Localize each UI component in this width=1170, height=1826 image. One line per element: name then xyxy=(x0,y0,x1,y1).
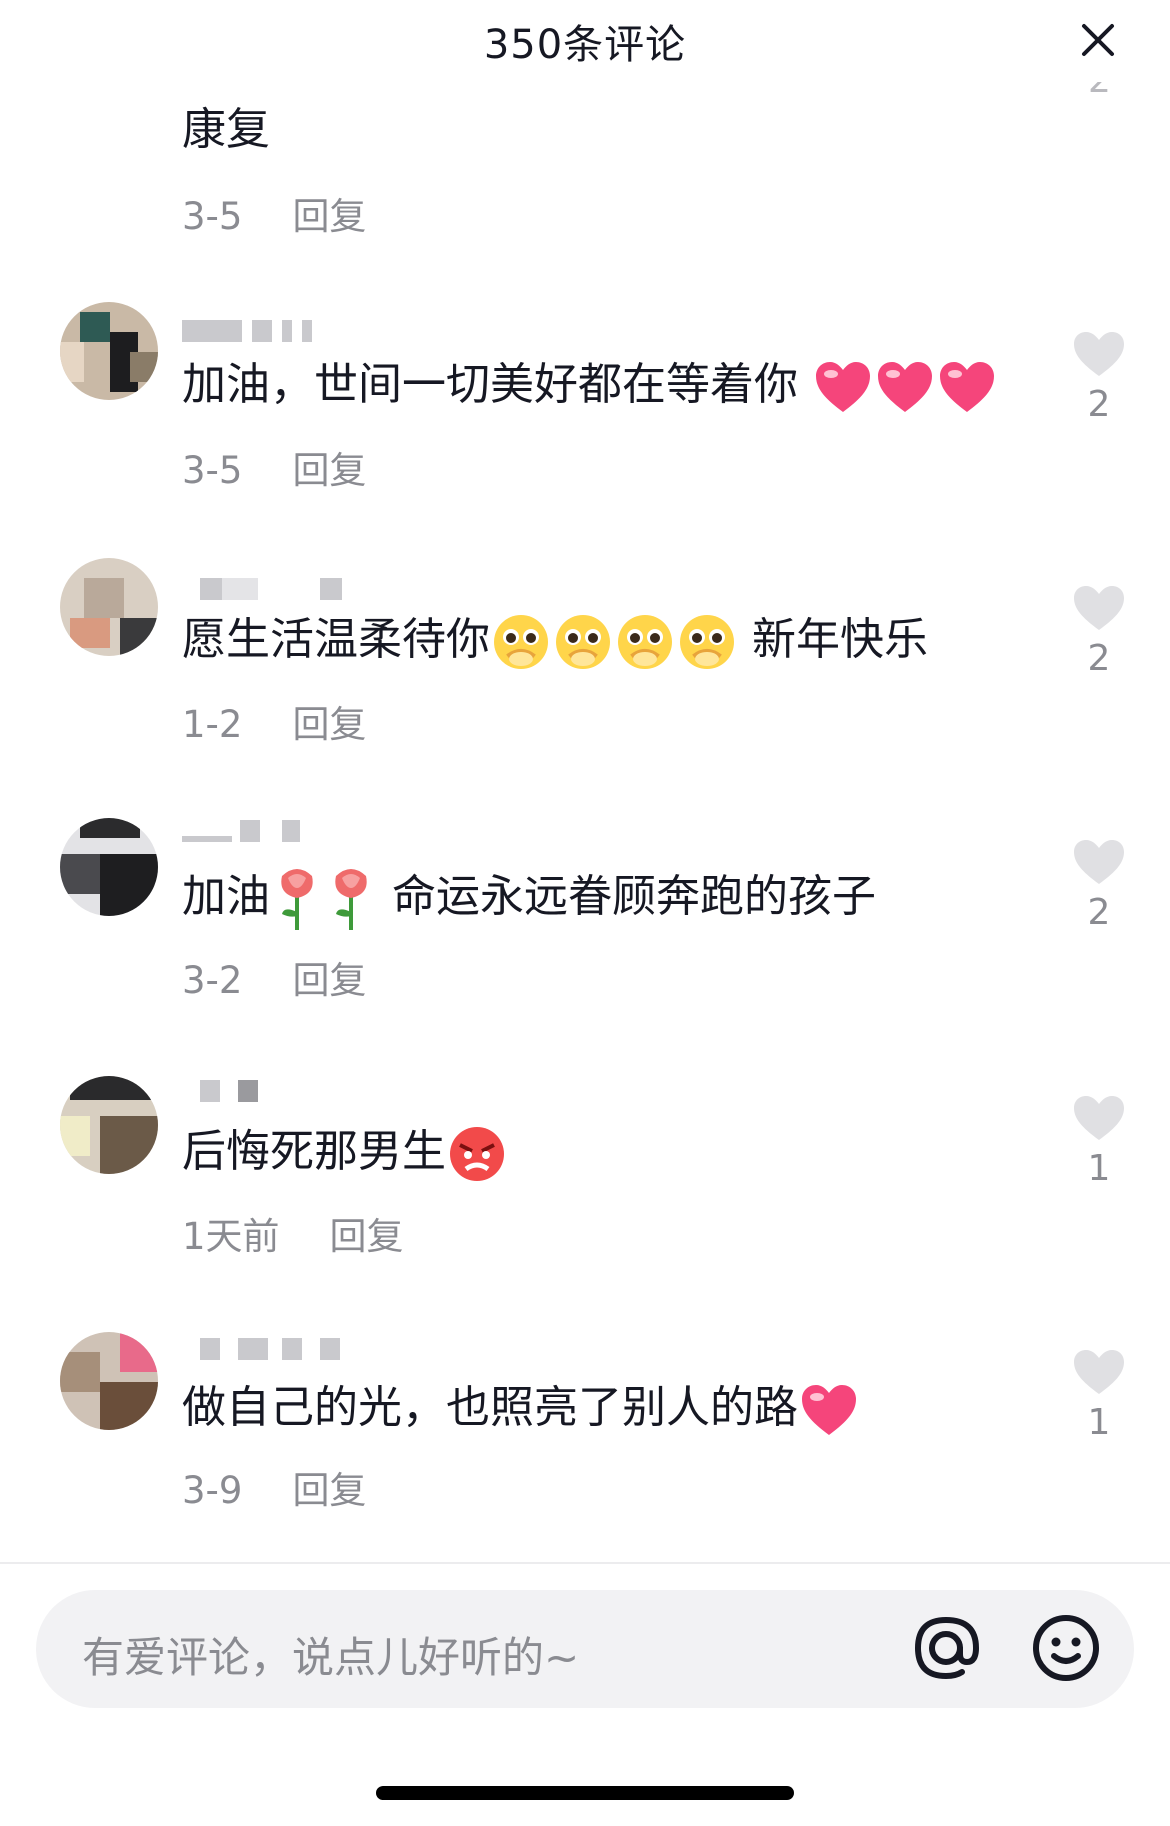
like-button[interactable]: 2 xyxy=(1066,838,1132,933)
reply-button[interactable]: 回复 xyxy=(292,1460,366,1514)
angry-face-icon xyxy=(450,1127,504,1181)
comment-time: 3-2 xyxy=(182,959,243,1002)
comment-count-title: 350条评论 xyxy=(483,22,687,68)
comment-text: 加油 命运永远眷顾奔跑的孩子 xyxy=(182,866,876,932)
comment-meta: 3-9 回复 xyxy=(182,1460,366,1514)
comment-time: 1-2 xyxy=(182,703,243,746)
pleading-face-icon xyxy=(494,615,548,669)
heart-icon xyxy=(940,362,994,412)
comment-meta: 1天前 回复 xyxy=(182,1206,404,1260)
heart-icon xyxy=(802,1385,856,1435)
divider xyxy=(0,1562,1170,1564)
comment-meta: 1-2 回复 xyxy=(182,694,366,748)
pleading-face-icon xyxy=(680,615,734,669)
comment-time: 1天前 xyxy=(182,1215,280,1258)
partial-like-count: 2 xyxy=(1080,82,1116,112)
at-icon xyxy=(914,1616,980,1680)
heart-outline-icon xyxy=(1074,840,1124,884)
home-indicator xyxy=(376,1786,794,1800)
heart-outline-icon xyxy=(1074,332,1124,376)
like-button[interactable]: 1 xyxy=(1066,1094,1132,1189)
like-count: 2 xyxy=(1087,638,1111,679)
like-button[interactable]: 2 xyxy=(1066,330,1132,425)
comment-text: 康复 xyxy=(182,104,270,155)
comment-meta: 3-2 回复 xyxy=(182,950,366,1004)
smiley-icon xyxy=(1033,1615,1099,1681)
comment-text: 后悔死那男生 xyxy=(182,1122,508,1183)
comment-meta: 3-5 回复 xyxy=(182,186,366,240)
rose-icon xyxy=(335,869,367,930)
reply-button[interactable]: 回复 xyxy=(292,950,366,1004)
comments-header: 350条评论 xyxy=(0,0,1170,80)
pleading-face-icon xyxy=(556,615,610,669)
comment-text: 加油，世间一切美好都在等着你 xyxy=(182,355,998,415)
comment-time: 3-5 xyxy=(182,195,243,238)
rose-icon xyxy=(281,869,313,930)
like-button[interactable]: 2 xyxy=(1066,584,1132,679)
avatar[interactable] xyxy=(60,818,158,916)
comment-meta: 3-5 回复 xyxy=(182,440,366,494)
mention-button[interactable] xyxy=(910,1612,982,1688)
like-button[interactable]: 1 xyxy=(1066,1348,1132,1443)
reply-button[interactable]: 回复 xyxy=(292,186,366,240)
heart-icon xyxy=(878,362,932,412)
like-count: 2 xyxy=(1087,892,1111,933)
comment-input[interactable]: 有爱评论，说点儿好听的~ xyxy=(36,1590,1134,1708)
like-count: 1 xyxy=(1087,1402,1111,1443)
avatar[interactable] xyxy=(60,302,158,400)
pleading-face-icon xyxy=(618,615,672,669)
comment-time: 3-9 xyxy=(182,1469,243,1512)
reply-button[interactable]: 回复 xyxy=(292,694,366,748)
heart-icon xyxy=(816,362,870,412)
comment-input-placeholder: 有爱评论，说点儿好听的~ xyxy=(82,1633,580,1682)
avatar[interactable] xyxy=(60,558,158,656)
close-icon xyxy=(1082,24,1114,56)
comment-text: 做自己的光，也照亮了别人的路 xyxy=(182,1378,860,1438)
avatar[interactable] xyxy=(60,1076,158,1174)
close-button[interactable] xyxy=(1078,20,1118,60)
heart-outline-icon xyxy=(1074,1096,1124,1140)
avatar[interactable] xyxy=(60,1332,158,1430)
reply-button[interactable]: 回复 xyxy=(292,440,366,494)
emoji-button[interactable] xyxy=(1030,1612,1102,1688)
like-count: 2 xyxy=(1087,384,1111,425)
heart-outline-icon xyxy=(1074,1350,1124,1394)
comment-time: 3-5 xyxy=(182,449,243,492)
comment-text: 愿生活温柔待你 新年快乐 xyxy=(182,610,928,671)
reply-button[interactable]: 回复 xyxy=(330,1206,404,1260)
heart-outline-icon xyxy=(1074,586,1124,630)
like-count: 1 xyxy=(1087,1148,1111,1189)
